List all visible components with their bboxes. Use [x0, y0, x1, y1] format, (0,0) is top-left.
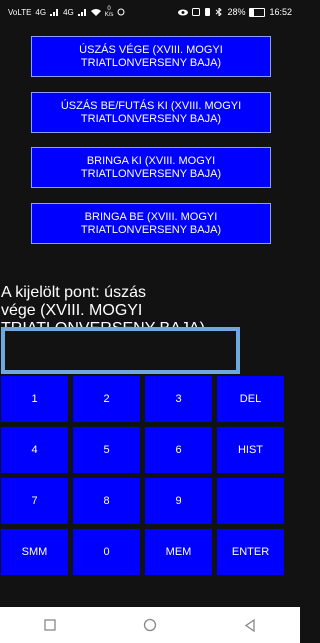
eye-icon — [178, 9, 189, 15]
clock: 16:52 — [269, 7, 292, 17]
circle-icon — [143, 618, 157, 632]
key-enter[interactable]: ENTER — [217, 529, 284, 575]
status-left: VoLTE 4G 4G 0 K/s — [8, 6, 125, 18]
key-5[interactable]: 5 — [73, 427, 140, 473]
recents-button[interactable] — [20, 610, 80, 640]
key-7[interactable]: 7 — [1, 478, 68, 524]
nfc-icon — [192, 8, 201, 16]
network-speed: 0 K/s — [105, 6, 114, 18]
key-1[interactable]: 1 — [1, 376, 68, 422]
key-hist[interactable]: HIST — [217, 427, 284, 473]
key-9[interactable]: 9 — [145, 478, 212, 524]
network-speed-unit: K/s — [104, 12, 114, 18]
point-button-line2: TRIATLONVERSENY BAJA) — [80, 113, 222, 125]
back-button[interactable] — [220, 610, 280, 640]
point-button-line1: BRINGA BE (XVIII. MOGYI — [84, 211, 218, 223]
battery-icon — [249, 7, 266, 17]
point-button-line2: TRIATLONVERSENY BAJA) — [80, 57, 222, 69]
point-button-line2: TRIATLONVERSENY BAJA) — [80, 224, 222, 236]
point-button-bringa-be[interactable]: BRINGA BE (XVIII. MOGYI TRIATLONVERSENY … — [31, 203, 271, 244]
status-bar: VoLTE 4G 4G 0 K/s 28% 16:52 — [0, 0, 300, 24]
notification-icon — [117, 8, 125, 16]
key-4[interactable]: 4 — [1, 427, 68, 473]
start-number-input[interactable] — [1, 327, 240, 374]
key-6[interactable]: 6 — [145, 427, 212, 473]
volte-label: VoLTE — [8, 7, 32, 17]
selected-point-line2: vége (XVIII. MOGYI — [1, 302, 143, 319]
point-button-line1: ÚSZÁS VÉGE (XVIII. MOGYI — [79, 44, 223, 56]
point-button-bringa-ki[interactable]: BRINGA KI (XVIII. MOGYI TRIATLONVERSENY … — [31, 147, 271, 188]
key-mem[interactable]: MEM — [145, 529, 212, 575]
keypad: 1 2 3 DEL 4 5 6 HIST 7 8 9 SMM 0 MEM ENT… — [1, 376, 287, 575]
selected-point-text: A kijelölt pont: úszás vége (XVIII. MOGY… — [1, 284, 297, 328]
square-icon — [44, 619, 56, 631]
status-right: 28% 16:52 — [178, 7, 292, 17]
key-0[interactable]: 0 — [73, 529, 140, 575]
point-button-line2: TRIATLONVERSENY BAJA) — [80, 168, 222, 180]
signal-bars-icon-2 — [77, 9, 86, 16]
signal-4g-label-1: 4G — [35, 7, 47, 17]
home-button[interactable] — [120, 610, 180, 640]
key-3[interactable]: 3 — [145, 376, 212, 422]
key-2[interactable]: 2 — [73, 376, 140, 422]
key-smm[interactable]: SMM — [1, 529, 68, 575]
battery-fill — [250, 8, 255, 16]
point-button-line1: ÚSZÁS BE/FUTÁS KI (XVIII. MOGYI — [60, 100, 242, 112]
battery-percent: 28% — [227, 7, 246, 17]
point-button-line1: BRINGA KI (XVIII. MOGYI — [86, 155, 216, 167]
point-button-uszas-be-futas-ki[interactable]: ÚSZÁS BE/FUTÁS KI (XVIII. MOGYI TRIATLON… — [31, 92, 271, 133]
signal-4g-label-2: 4G — [63, 7, 74, 17]
navigation-bar — [0, 607, 300, 643]
vibrate-icon — [205, 8, 211, 16]
key-8[interactable]: 8 — [73, 478, 140, 524]
key-del[interactable]: DEL — [217, 376, 284, 422]
triangle-icon — [244, 618, 255, 632]
key-blank[interactable] — [217, 478, 284, 524]
point-button-uszas-vege[interactable]: ÚSZÁS VÉGE (XVIII. MOGYI TRIATLONVERSENY… — [31, 36, 271, 77]
selected-point-line1: A kijelölt pont: úszás — [1, 284, 146, 301]
wifi-icon — [90, 9, 101, 16]
bluetooth-icon — [216, 8, 223, 16]
signal-bars-icon — [50, 9, 59, 16]
